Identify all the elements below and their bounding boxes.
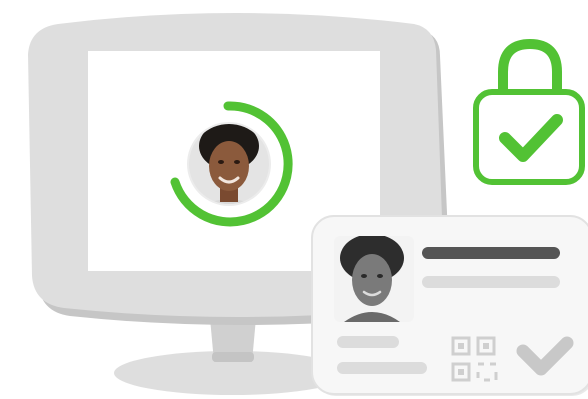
id-card-photo: [334, 236, 414, 322]
id-card-line-short: [337, 336, 399, 348]
id-card-detail-line: [422, 276, 560, 288]
id-card-line-long: [337, 362, 427, 374]
id-card-name-line: [422, 247, 560, 259]
identity-verification-illustration: [0, 0, 588, 399]
lock-icon: [473, 38, 585, 185]
id-card: [311, 215, 588, 396]
